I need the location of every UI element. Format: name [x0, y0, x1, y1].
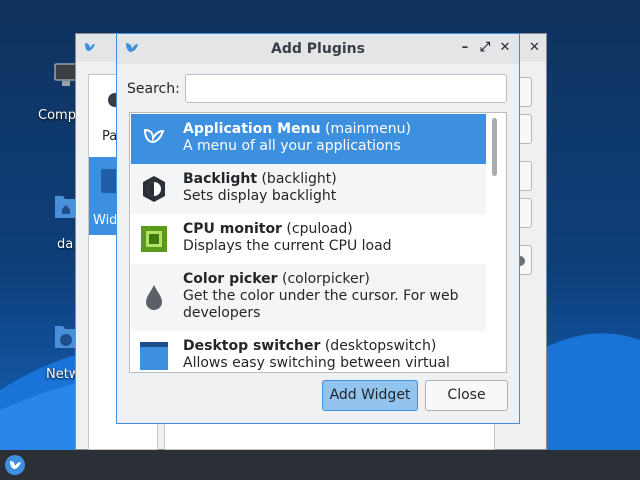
backlight-icon [143, 176, 165, 202]
plugin-id: (cpuload) [286, 221, 353, 237]
plugin-title: Application Menu (mainmenu) [183, 121, 411, 137]
close-button[interactable]: Close [425, 380, 508, 411]
plugin-description-cont: developers [183, 305, 261, 321]
plugin-description: Sets display backlight [183, 188, 337, 204]
plugin-name: Desktop switcher [183, 338, 321, 354]
plugin-list: Application Menu (mainmenu) A menu of al… [129, 112, 507, 373]
search-label: Search: [127, 81, 180, 97]
plugin-description: Displays the current CPU load [183, 238, 392, 254]
plugin-id: (backlight) [261, 171, 337, 187]
category-label: Wid [93, 213, 118, 228]
cpu-icon [141, 226, 167, 252]
add-plugins-dialog: Add Plugins – ⤢ ✕ Search: Application Me… [116, 33, 520, 424]
list-item-colorpicker[interactable]: Color picker (colorpicker) Get the color… [131, 264, 486, 331]
plugin-name: Color picker [183, 271, 278, 287]
plugin-id: (desktopswitch) [324, 338, 437, 354]
list-item-mainmenu[interactable]: Application Menu (mainmenu) A menu of al… [131, 114, 486, 164]
scrollbar-thumb[interactable] [492, 118, 497, 176]
plugin-description: Get the color under the cursor. For web [183, 288, 459, 304]
plugin-id: (mainmenu) [325, 121, 411, 137]
list-item-desktopswitch[interactable]: Desktop switcher (desktopswitch) Allows … [131, 331, 486, 372]
list-scrollbar[interactable] [487, 114, 506, 371]
app-icon [85, 43, 95, 51]
minimize-icon[interactable]: – [458, 41, 472, 55]
start-menu-icon[interactable] [4, 454, 26, 476]
plugin-name: Application Menu [183, 121, 321, 137]
plugin-title: CPU monitor (cpuload) [183, 221, 353, 237]
plugin-name: Backlight [183, 171, 258, 187]
app-menu-icon [143, 128, 165, 144]
plugin-name: CPU monitor [183, 221, 282, 237]
plugin-title: Color picker (colorpicker) [183, 271, 370, 287]
list-item-backlight[interactable]: Backlight (backlight) Sets display backl… [131, 164, 486, 214]
search-input[interactable] [185, 74, 507, 103]
add-widget-button[interactable]: Add Widget [322, 380, 418, 411]
dialog-titlebar: Add Plugins – ⤢ ✕ [117, 34, 519, 64]
maximize-icon[interactable]: ⤢ [478, 41, 492, 55]
category-label: Pa [102, 129, 118, 144]
close-icon[interactable]: ✕ [498, 41, 512, 55]
list-item-cpuload[interactable]: CPU monitor (cpuload) Displays the curre… [131, 214, 486, 264]
plugin-id: (colorpicker) [282, 271, 370, 287]
taskbar [0, 450, 640, 480]
desktop-switch-icon [140, 342, 168, 370]
plugin-description: Allows easy switching between virtual [183, 355, 450, 371]
close-icon[interactable]: ✕ [529, 40, 540, 55]
plugin-description: A menu of all your applications [183, 138, 401, 154]
plugin-title: Backlight (backlight) [183, 171, 337, 187]
plugin-title: Desktop switcher (desktopswitch) [183, 338, 436, 354]
color-picker-icon [146, 285, 162, 310]
